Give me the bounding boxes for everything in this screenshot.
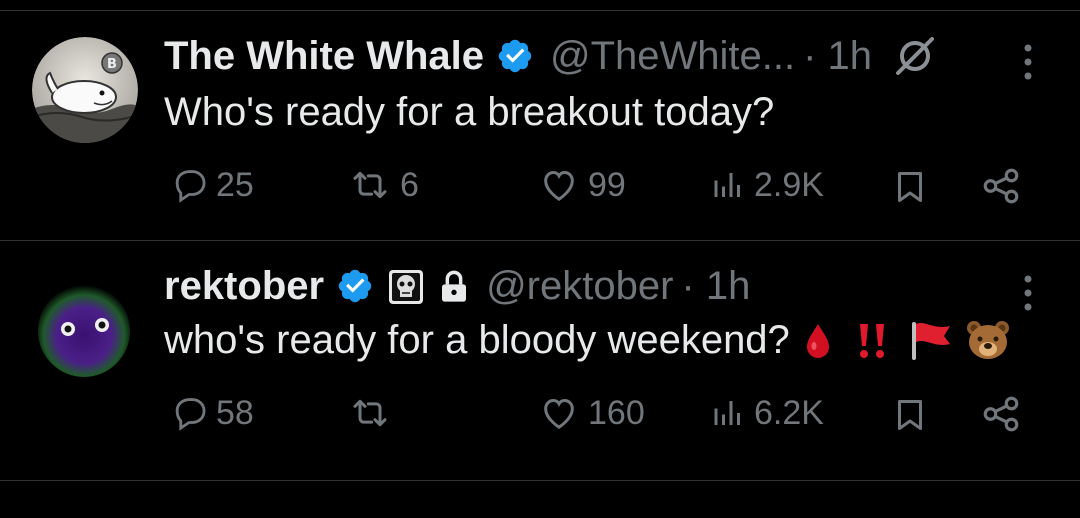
tweet-text-content: who's ready for a bloody weekend?: [164, 318, 790, 362]
share-button[interactable]: [980, 393, 1022, 435]
reply-button[interactable]: 58: [170, 393, 254, 433]
retweet-button[interactable]: 6: [348, 165, 419, 205]
verified-icon[interactable]: [496, 37, 534, 75]
tweet-text: who's ready for a bloody weekend?: [164, 316, 1012, 364]
double-exclamation-icon: [852, 318, 892, 362]
like-button[interactable]: 99: [538, 165, 626, 205]
bottom-divider: [0, 480, 1080, 481]
grok-icon[interactable]: [892, 33, 938, 79]
share-icon: [983, 396, 1019, 432]
display-name[interactable]: The White Whale: [164, 32, 484, 80]
bar-chart-icon: [714, 173, 740, 197]
views-button[interactable]: 2.9K: [710, 165, 824, 205]
blood-drop-icon: [798, 318, 838, 362]
like-count: 160: [588, 393, 645, 432]
retweet-count: 6: [400, 165, 419, 204]
view-count: 6.2K: [754, 393, 824, 432]
bookmark-icon: [898, 400, 922, 430]
bookmark-button[interactable]: [892, 165, 928, 209]
avatar-white-whale[interactable]: B: [32, 37, 138, 143]
svg-text:B: B: [107, 57, 117, 72]
retweet-icon: [353, 171, 387, 199]
bear-face-icon: [964, 318, 1012, 362]
more-options-icon[interactable]: [1022, 273, 1034, 313]
heart-icon: [544, 170, 574, 201]
reply-count: 58: [216, 393, 254, 432]
tweet-text: Who's ready for a breakout today?: [164, 88, 774, 136]
view-count: 2.9K: [754, 165, 824, 204]
handle[interactable]: @rektober: [486, 262, 673, 310]
handle[interactable]: @TheWhite...: [550, 32, 795, 80]
lock-icon: [438, 268, 470, 304]
tweet-header: rektober @rektober · 1h: [164, 262, 750, 310]
tweet-rektober[interactable]: rektober @rektober · 1h who's ready for …: [0, 241, 1080, 481]
like-button[interactable]: 160: [538, 393, 645, 433]
bookmark-icon: [898, 172, 922, 202]
tweet-header: The White Whale @TheWhite... · 1h: [164, 32, 938, 80]
retweet-icon: [353, 399, 387, 427]
tweet-text-content: Who's ready for a breakout today?: [164, 90, 775, 134]
red-flag-icon: [906, 318, 954, 362]
reply-icon: [175, 170, 206, 203]
reply-icon: [175, 398, 206, 431]
action-bar: 25 6 99 2.9K: [164, 165, 1044, 213]
display-name[interactable]: rektober: [164, 262, 324, 310]
like-count: 99: [588, 165, 626, 204]
action-bar: 58 160 6.2K: [164, 393, 1044, 441]
heart-icon: [544, 398, 574, 429]
views-button[interactable]: 6.2K: [710, 393, 824, 433]
timestamp[interactable]: · 1h: [681, 262, 750, 310]
bookmark-button[interactable]: [892, 393, 928, 437]
verified-icon[interactable]: [336, 267, 374, 305]
timestamp[interactable]: · 1h: [803, 32, 872, 80]
tweet-white-whale[interactable]: B The White Whale @TheWhite... · 1h Who'…: [0, 0, 1080, 240]
bar-chart-icon: [714, 401, 740, 425]
more-options-icon[interactable]: [1022, 42, 1034, 82]
reply-button[interactable]: 25: [170, 165, 254, 205]
share-button[interactable]: [980, 165, 1022, 207]
skull-badge-icon[interactable]: [388, 268, 424, 304]
reply-count: 25: [216, 165, 254, 204]
share-icon: [983, 168, 1019, 204]
retweet-button[interactable]: [348, 393, 400, 433]
avatar-rektober[interactable]: [32, 277, 136, 381]
